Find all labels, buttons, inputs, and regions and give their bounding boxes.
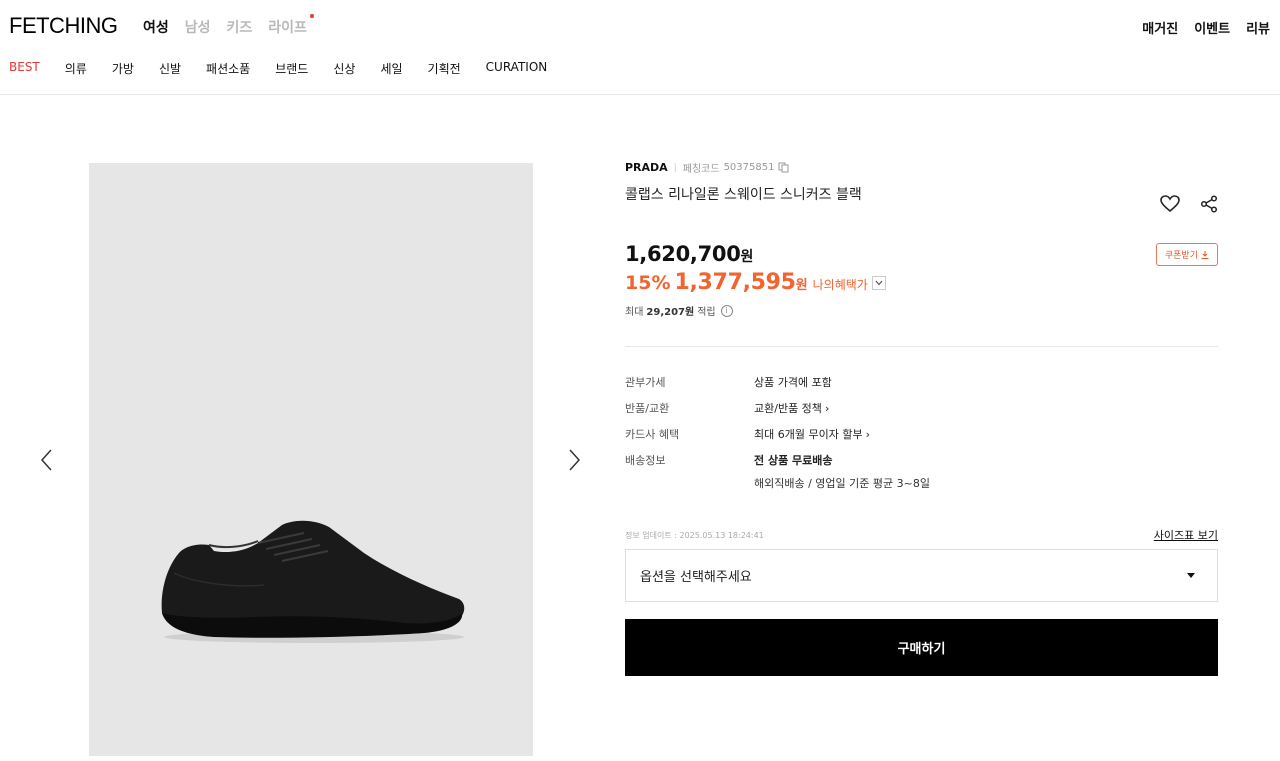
shipping-sub: 해외직배송 / 영업일 기준 평균 3~8일 [754, 477, 930, 490]
tab-life-label: 라이프 [268, 20, 307, 36]
detail-label: 반품/교환 [625, 402, 670, 415]
chevron-right-icon: › [824, 402, 830, 415]
chevron-right-icon[interactable] [566, 448, 582, 472]
details-table: 관부가세 상품 가격에 포함 반품/교환 교환/반품 정책 › 카드사 혜택 최대… [625, 374, 1218, 491]
download-icon [1201, 250, 1209, 259]
cat-bags[interactable]: 가방 [112, 60, 134, 77]
separator: | [673, 162, 677, 173]
cat-shoes[interactable]: 신발 [159, 60, 181, 77]
points-value: 29,207원 [646, 307, 695, 318]
brand-name[interactable]: PRADA [625, 161, 668, 174]
tab-life[interactable]: 라이프 [268, 14, 314, 37]
cat-sale[interactable]: 세일 [380, 60, 402, 77]
copy-icon[interactable] [778, 162, 789, 173]
tab-kids[interactable]: 키즈 [227, 17, 253, 37]
product-code: 50375851 [723, 162, 775, 173]
benefit-label[interactable]: 나의혜택가 [813, 276, 868, 293]
detail-label: 배송정보 [625, 454, 666, 467]
detail-label: 관부가세 [625, 376, 666, 389]
detail-value: 상품 가격에 포함 [754, 376, 832, 389]
detail-value: 최대 6개월 무이자 할부 [754, 428, 863, 441]
info-icon[interactable]: i [720, 304, 733, 317]
update-row: 정보 업데이트 : 2025.05.13 18:24:41 사이즈표 보기 [625, 527, 1218, 543]
detail-row-shipping: 배송정보 전 상품 무료배송 해외직배송 / 영업일 기준 평균 3~8일 [625, 452, 1218, 491]
original-price: 1,620,700원 [625, 242, 753, 266]
link-magazine[interactable]: 매거진 [1142, 18, 1178, 37]
chevron-right-icon: › [865, 428, 870, 441]
category-nav: BEST 의류 가방 신발 패션소품 브랜드 신상 세일 기획전 CURATIO… [9, 60, 572, 77]
top-links: 매거진 이벤트 리뷰 [1142, 18, 1270, 37]
cat-curation[interactable]: CURATION [486, 60, 548, 77]
return-policy-link[interactable]: 교환/반품 정책 › [754, 400, 829, 426]
points-info: 최대 29,207원 적립 i [625, 303, 733, 318]
detail-row-return: 반품/교환 교환/반품 정책 › [625, 400, 1218, 426]
logo[interactable]: FETCHING [9, 13, 118, 39]
tab-men[interactable]: 남성 [185, 17, 211, 37]
cat-best[interactable]: BEST [9, 60, 40, 77]
product-info: PRADA | 페칭코드 50375851 콜랩스 리나일론 스웨이드 스니커즈… [625, 160, 1218, 676]
update-timestamp: 정보 업데이트 : 2025.05.13 18:24:41 [625, 530, 764, 540]
detail-label: 카드사 혜택 [625, 428, 680, 441]
original-price-value: 1,620,700 [625, 242, 741, 266]
product-image [89, 163, 533, 756]
points-suffix: 적립 [697, 307, 716, 318]
coupon-label: 쿠폰받기 [1164, 251, 1198, 261]
caret-down-icon [1187, 573, 1195, 578]
option-select[interactable]: 옵션을 선택해주세요 [625, 549, 1218, 602]
size-chart-link[interactable]: 사이즈표 보기 [1154, 527, 1218, 543]
chevron-down-icon[interactable] [871, 275, 886, 290]
header-divider [0, 94, 1280, 95]
product-code-label: 페칭코드 [682, 164, 720, 175]
detail-value: 교환/반품 정책 [754, 402, 822, 415]
cat-brands[interactable]: 브랜드 [275, 60, 308, 77]
coupon-button[interactable]: 쿠폰받기 [1155, 243, 1218, 266]
sale-price-row: 15% 1,377,595 원 나의혜택가 [625, 270, 886, 295]
link-review[interactable]: 리뷰 [1246, 18, 1270, 37]
gender-tabs: 여성 남성 키즈 라이프 [143, 14, 314, 37]
share-icon[interactable] [1200, 195, 1218, 213]
cat-clothing[interactable]: 의류 [65, 60, 87, 77]
cat-exhibition[interactable]: 기획전 [428, 60, 461, 77]
cat-accessories[interactable]: 패션소품 [206, 60, 250, 77]
product-title: 콜랩스 리나일론 스웨이드 스니커즈 블랙 [625, 187, 862, 203]
tab-women[interactable]: 여성 [143, 17, 169, 37]
discount-rate: 15% [625, 272, 671, 294]
detail-row-card: 카드사 혜택 최대 6개월 무이자 할부 › [625, 426, 1218, 452]
shipping-free: 전 상품 무료배송 [754, 454, 833, 467]
action-icons [1160, 195, 1218, 213]
chevron-left-icon[interactable] [39, 448, 55, 472]
brand-row: PRADA | 페칭코드 50375851 [625, 160, 1218, 175]
buy-button[interactable]: 구매하기 [625, 619, 1218, 676]
currency-unit: 원 [740, 249, 754, 265]
sale-price: 1,377,595 [674, 270, 796, 295]
link-event[interactable]: 이벤트 [1194, 18, 1230, 37]
points-prefix: 최대 [625, 307, 644, 318]
heart-icon[interactable] [1160, 195, 1180, 213]
shipping-info: 전 상품 무료배송 해외직배송 / 영업일 기준 평균 3~8일 [754, 452, 930, 491]
info-divider [625, 346, 1218, 347]
cat-new[interactable]: 신상 [333, 60, 355, 77]
detail-row-duty: 관부가세 상품 가격에 포함 [625, 374, 1218, 400]
sale-currency: 원 [795, 278, 808, 293]
option-placeholder: 옵션을 선택해주세요 [640, 570, 752, 585]
card-benefit-link[interactable]: 최대 6개월 무이자 할부 › [754, 426, 870, 452]
sneaker-image [161, 520, 465, 643]
new-dot-indicator [309, 14, 314, 18]
